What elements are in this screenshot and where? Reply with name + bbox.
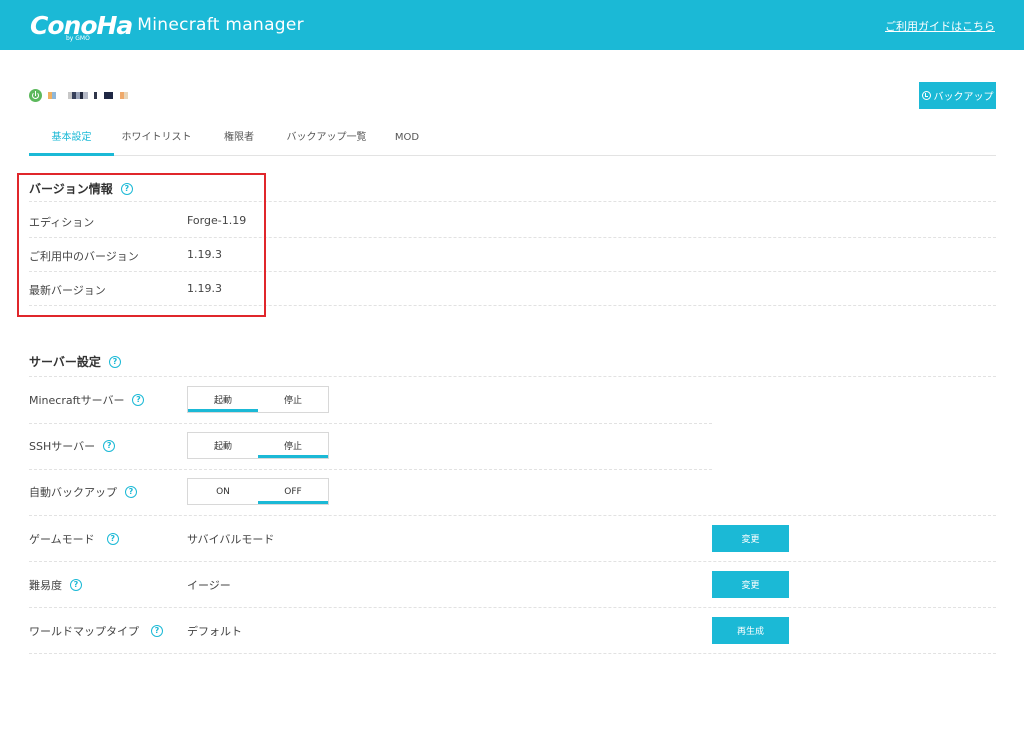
ssh-stop-option[interactable]: 停止 xyxy=(258,433,328,458)
world-map-type-row: ワールドマップタイプ? デフォルト 再生成 xyxy=(29,608,996,654)
tab-operators[interactable]: 権限者 xyxy=(209,128,269,156)
help-icon[interactable]: ? xyxy=(70,579,82,591)
minecraft-server-toggle: 起動 停止 xyxy=(187,386,329,413)
auto-backup-row: 自動バックアップ? ON OFF xyxy=(29,470,996,516)
help-icon[interactable]: ? xyxy=(106,533,119,545)
difficulty-row: 難易度? イージー 変更 xyxy=(29,562,996,608)
help-icon[interactable]: ? xyxy=(132,394,145,406)
ssh-server-label: SSHサーバー? xyxy=(29,438,116,454)
minecraft-start-option[interactable]: 起動 xyxy=(188,387,258,412)
game-mode-label: ゲームモード? xyxy=(29,531,119,547)
ssh-server-row: SSHサーバー? 起動 停止 xyxy=(29,424,712,470)
world-map-type-value: デフォルト xyxy=(187,625,242,638)
tab-whitelist[interactable]: ホワイトリスト xyxy=(114,128,199,156)
logo-mark: ConoHa by GMO xyxy=(30,10,133,42)
version-info-highlight xyxy=(17,173,266,317)
auto-backup-label: 自動バックアップ? xyxy=(29,484,137,500)
auto-backup-toggle: ON OFF xyxy=(187,478,329,505)
server-settings-divider xyxy=(29,360,996,377)
tab-bar: 基本設定 ホワイトリスト 権限者 バックアップ一覧 MOD xyxy=(29,128,996,156)
tab-basic-settings[interactable]: 基本設定 xyxy=(29,128,114,156)
help-icon[interactable]: ? xyxy=(103,440,116,452)
server-name-mosaic xyxy=(48,91,128,99)
top-bar: ConoHa by GMO Minecraft manager ご利用ガイドはこち… xyxy=(0,0,1024,50)
help-icon[interactable]: ? xyxy=(125,486,137,498)
help-icon[interactable]: ? xyxy=(151,625,163,637)
app-title: Minecraft manager xyxy=(137,15,304,35)
tab-backup-list[interactable]: バックアップ一覧 xyxy=(279,128,374,156)
minecraft-stop-option[interactable]: 停止 xyxy=(258,387,328,412)
server-status-row xyxy=(29,88,128,102)
minecraft-server-label: Minecraftサーバー? xyxy=(29,392,145,408)
conoha-logo[interactable]: ConoHa by GMO Minecraft manager xyxy=(30,8,304,42)
backup-button-label: バックアップ xyxy=(933,92,994,103)
minecraft-server-row: Minecraftサーバー? 起動 停止 xyxy=(29,378,712,424)
backup-icon xyxy=(921,91,931,100)
ssh-start-option[interactable]: 起動 xyxy=(188,433,258,458)
auto-backup-on-option[interactable]: ON xyxy=(188,479,258,504)
game-mode-change-button[interactable]: 変更 xyxy=(712,525,789,552)
tab-mod[interactable]: MOD xyxy=(387,128,427,156)
backup-button[interactable]: バックアップ xyxy=(919,82,996,109)
regenerate-button[interactable]: 再生成 xyxy=(712,617,789,644)
power-icon xyxy=(29,88,42,102)
difficulty-change-button[interactable]: 変更 xyxy=(712,571,789,598)
difficulty-value: イージー xyxy=(187,579,231,592)
world-map-type-label: ワールドマップタイプ? xyxy=(29,623,163,639)
auto-backup-off-option[interactable]: OFF xyxy=(258,479,328,504)
ssh-server-toggle: 起動 停止 xyxy=(187,432,329,459)
difficulty-label: 難易度? xyxy=(29,577,82,593)
game-mode-row: ゲームモード? サバイバルモード 変更 xyxy=(29,516,996,562)
game-mode-value: サバイバルモード xyxy=(187,533,275,546)
guide-link[interactable]: ご利用ガイドはこちら xyxy=(885,18,995,34)
